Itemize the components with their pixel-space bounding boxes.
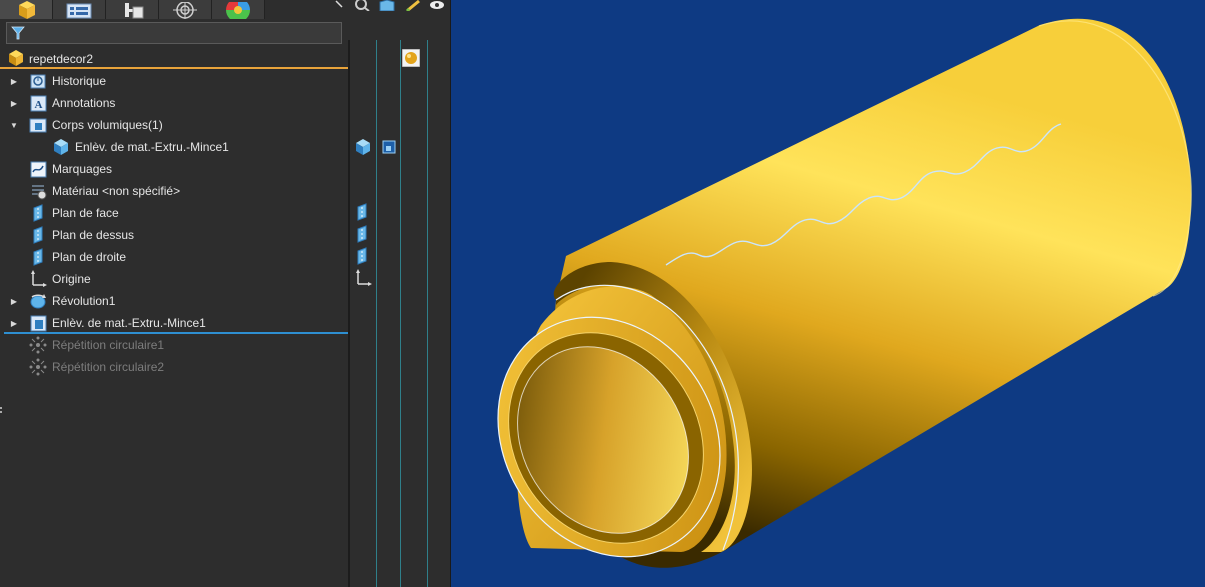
tab-propertymanager[interactable] — [53, 0, 106, 19]
svg-text:A: A — [35, 99, 43, 111]
tab-configuration[interactable] — [106, 0, 159, 19]
column-divider-2 — [400, 40, 401, 587]
tree-item-label: Répétition circulaire1 — [52, 338, 165, 352]
color-wheel-icon — [226, 2, 250, 19]
tree-item-label: Plan de face — [52, 206, 119, 220]
tree-item-label: Plan de dessus — [52, 228, 135, 242]
tree-item-label: Enlèv. de mat.-Extru.-Mince1 — [52, 316, 206, 330]
tree-item[interactable]: Plan de face — [0, 202, 348, 224]
column-divider-3 — [427, 40, 428, 587]
circular-pattern-icon — [29, 358, 47, 376]
tree-item[interactable]: Répétition circulaire1 — [0, 334, 348, 356]
chevron-right-icon[interactable]: ▶ — [9, 296, 19, 306]
tree-item-label: Matériau <non spécifié> — [52, 184, 181, 198]
part-name: repetdecor2 — [29, 52, 94, 66]
markups-icon — [30, 161, 47, 178]
tree-item[interactable]: Répétition circulaire2 — [0, 356, 348, 378]
body-visibility-icon[interactable] — [378, 0, 396, 11]
tree-filter-field[interactable] — [6, 22, 342, 44]
part-icon — [9, 50, 23, 66]
tree-item-label: Enlèv. de mat.-Extru.-Mince1 — [75, 140, 229, 154]
material-icon — [32, 185, 47, 200]
chevron-right-icon[interactable]: ▶ — [9, 98, 19, 108]
cut-extrude-icon — [30, 315, 47, 332]
tree-item[interactable]: Marquages — [0, 158, 348, 180]
solid-bodies-folder-icon — [29, 118, 47, 133]
tree-item-label: Plan de droite — [52, 250, 127, 264]
appearance-sphere-icon[interactable] — [401, 48, 421, 68]
body-display-icon[interactable] — [380, 138, 398, 156]
tree-item[interactable]: ▶ Révolution1 — [0, 290, 348, 312]
plane-visibility-icon[interactable] — [354, 225, 372, 243]
filter-icon — [11, 26, 25, 40]
tree-item[interactable]: Matériau <non spécifié> — [0, 180, 348, 202]
feature-manager-panel: repetdecor2 ▶ Historique ▶ A Annotations ▼ Cor… — [0, 0, 451, 587]
chevron-down-icon[interactable]: ▼ — [9, 120, 19, 130]
eye-icon[interactable] — [428, 0, 446, 11]
tree-item[interactable]: ▶ A Annotations — [0, 92, 348, 114]
splitter-handle[interactable] — [0, 404, 3, 414]
tree-root[interactable]: repetdecor2 — [0, 48, 348, 69]
solid-body-icon — [54, 139, 68, 155]
tree-item-label: Historique — [52, 74, 107, 88]
revolve-icon — [30, 294, 46, 309]
history-icon — [30, 74, 46, 89]
chevron-right-icon[interactable]: ▶ — [9, 318, 19, 328]
target-icon — [173, 2, 197, 19]
rollback-bar[interactable] — [4, 332, 348, 334]
origin-visibility-icon[interactable] — [354, 269, 372, 287]
tree-item[interactable]: Plan de dessus — [0, 224, 348, 246]
plane-visibility-icon[interactable] — [354, 203, 372, 221]
tree-item-label: Annotations — [52, 96, 116, 110]
graphics-viewport[interactable] — [451, 0, 1205, 587]
chevron-right-icon[interactable]: ▶ — [9, 76, 19, 86]
tree-item[interactable]: ▶ Enlèv. de mat.-Extru.-Mince1 — [0, 312, 348, 334]
tree-item-label: Révolution1 — [52, 294, 116, 308]
origin-icon — [31, 270, 47, 287]
plane-icon — [33, 226, 43, 244]
plane-visibility-icon[interactable] — [354, 247, 372, 265]
column-divider-1 — [376, 40, 377, 587]
tree-column-divider — [348, 40, 350, 587]
tab-dimxpert[interactable] — [159, 0, 212, 19]
property-list-icon — [66, 3, 92, 19]
body-appearance-icon[interactable] — [354, 138, 372, 156]
arrow-icon[interactable] — [333, 0, 351, 11]
tree-item-label: Origine — [52, 272, 91, 286]
column-header-tools — [333, 0, 450, 12]
annotation-icon: A — [30, 95, 47, 112]
tree-item[interactable]: Enlèv. de mat.-Extru.-Mince1 — [0, 136, 348, 158]
tab-featuremanager[interactable] — [0, 0, 53, 19]
plane-icon — [33, 204, 43, 222]
pencil-icon[interactable] — [405, 0, 423, 11]
configuration-icon — [125, 3, 144, 19]
tab-display-manager[interactable] — [212, 0, 265, 19]
tree-item[interactable]: ▶ Historique — [0, 70, 348, 92]
tree-item-label: Marquages — [52, 162, 113, 176]
tree-item-label: Corps volumiques(1) — [52, 118, 163, 132]
search-icon[interactable] — [353, 0, 371, 11]
tree-item-label: Répétition circulaire2 — [52, 360, 165, 374]
tree-item[interactable]: Origine — [0, 268, 348, 290]
manager-tabs — [0, 0, 266, 19]
tree-item[interactable]: Plan de droite — [0, 246, 348, 268]
circular-pattern-icon — [29, 336, 47, 354]
part-cube-icon — [19, 1, 35, 19]
tree-item[interactable]: ▼ Corps volumiques(1) — [0, 114, 348, 136]
plane-icon — [33, 248, 43, 266]
part-3d-model[interactable] — [451, 0, 1205, 587]
